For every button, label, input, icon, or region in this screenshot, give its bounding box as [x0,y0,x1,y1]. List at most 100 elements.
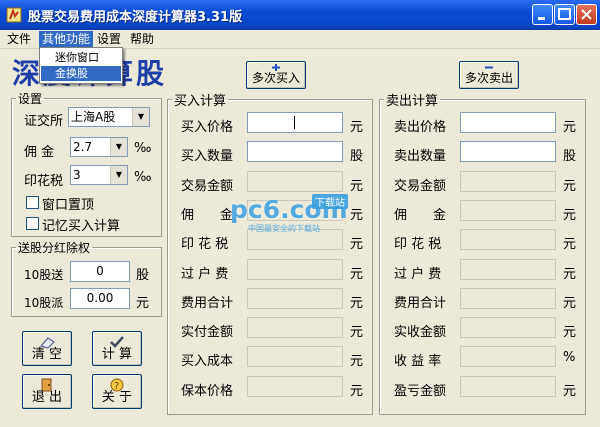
maximize-button[interactable] [554,4,575,25]
sell-row-input[interactable] [460,112,556,133]
buy-row-label: 买入价格 [181,120,234,135]
sell-row-unit: 股 [563,149,577,164]
bonus-shares-label: 10股送 [24,268,64,282]
buy-row-unit: 元 [350,208,364,223]
topmost-checkbox[interactable] [26,196,39,209]
buy-row-unit: 元 [350,237,364,252]
menu-help[interactable]: 帮助 [127,31,157,47]
maximize-icon [558,8,571,20]
calculate-button[interactable]: 计 算 [92,331,142,366]
sell-row-input[interactable] [460,141,556,162]
stamp-tax-select[interactable]: 3 ▼ [70,165,128,185]
buy-row-input[interactable] [247,112,343,133]
menu-item-skin[interactable]: 金换股 [41,66,121,81]
sell-row-input[interactable] [460,288,556,309]
exchange-value: 上海A股 [71,110,116,124]
buy-row-input[interactable] [247,317,343,338]
dividend-legend: 送股分红除权 [18,241,91,255]
bonus-shares-input[interactable]: 0 [70,261,130,282]
about-button[interactable]: ? 关 于 [92,374,142,409]
other-functions-dropdown: 迷你窗口 金换股 [39,47,123,84]
buy-row-input[interactable] [247,346,343,367]
buy-row-unit: 元 [350,384,364,399]
cash-dividend-label: 10股派 [24,296,64,310]
menu-item-mini-window[interactable]: 迷你窗口 [41,50,121,65]
multi-buy-button[interactable]: 多次买入 [246,61,306,89]
multi-sell-button[interactable]: 多次卖出 [459,61,519,89]
buy-row-input[interactable] [247,259,343,280]
remember-buy-checkbox[interactable] [26,217,39,230]
buy-row-label: 印 花 税 [181,237,229,252]
sell-row-unit: 元 [563,237,577,252]
chevron-down-icon[interactable]: ▼ [132,108,149,126]
buy-row-input[interactable] [247,171,343,192]
sell-row-unit: 元 [563,296,577,311]
buy-row-label: 过 户 费 [181,267,229,282]
commission-unit: ‰ [134,141,152,156]
buy-row-label: 佣 金 [181,208,234,223]
exchange-select[interactable]: 上海A股 ▼ [68,107,150,127]
minimize-button[interactable] [532,4,553,25]
stamp-tax-value: 3 [73,168,81,182]
sell-row-label: 实收金额 [394,325,447,340]
window-title: 股票交易费用成本深度计算器3.31版 [28,10,243,25]
buy-row-label: 实付金额 [181,325,234,340]
buy-row-label: 买入成本 [181,354,234,369]
remember-buy-label: 记忆买入计算 [42,219,121,234]
sell-row-unit: 元 [563,120,577,135]
sell-row-unit: 元 [563,179,577,194]
sell-row-unit: 元 [563,208,577,223]
sell-row-label: 收 益 率 [394,354,442,369]
about-button-label: 关 于 [101,390,133,405]
buy-row-unit: 元 [350,296,364,311]
sell-row-label: 卖出数量 [394,149,447,164]
sell-row-input[interactable] [460,259,556,280]
sell-row-label: 盈亏金额 [394,384,447,399]
buy-row-input[interactable] [247,288,343,309]
buy-row-unit: 股 [350,149,364,164]
sell-row-label: 过 户 费 [394,267,442,282]
buy-row-label: 费用合计 [181,296,234,311]
minimize-icon [538,17,545,20]
multi-buy-label: 多次买入 [251,71,300,85]
buy-legend: 买入计算 [174,94,227,109]
buy-row-unit: 元 [350,325,364,340]
stamp-tax-label: 印花税 [24,174,64,189]
sell-row-input[interactable] [460,200,556,221]
topmost-label: 窗口置顶 [42,198,95,213]
clear-button-label: 清 空 [31,347,63,362]
title-bar[interactable]: 股票交易费用成本深度计算器3.31版 [0,0,600,30]
exchange-label: 证交所 [24,114,64,129]
buy-row-input[interactable] [247,141,343,162]
sell-row-input[interactable] [460,317,556,338]
exit-button[interactable]: 退 出 [22,374,72,409]
sell-row-input[interactable] [460,171,556,192]
commission-select[interactable]: 2.7 ▼ [70,137,128,157]
buy-row-unit: 元 [350,179,364,194]
buy-row-label: 保本价格 [181,384,234,399]
sell-row-unit: 元 [563,267,577,282]
settings-legend: 设置 [18,92,43,106]
sell-row-label: 佣 金 [394,208,447,223]
menu-file[interactable]: 文件 [4,31,34,47]
sell-legend: 卖出计算 [386,94,439,109]
chevron-down-icon[interactable]: ▼ [110,138,127,156]
sell-row-input[interactable] [460,229,556,250]
sell-row-unit: 元 [563,384,577,399]
close-button[interactable] [576,4,597,25]
menu-settings[interactable]: 设置 [94,31,124,47]
buy-row-input[interactable] [247,376,343,397]
sell-row-input[interactable] [460,346,556,367]
sell-row-label: 交易金额 [394,179,447,194]
clear-button[interactable]: 清 空 [22,331,72,366]
sell-row-label: 印 花 税 [394,237,442,252]
buy-row-unit: 元 [350,354,364,369]
sell-row-input[interactable] [460,376,556,397]
watermark-badge: 下载站 [312,194,348,209]
menu-other-functions[interactable]: 其他功能 [39,31,94,47]
sell-row-label: 卖出价格 [394,120,447,135]
cash-dividend-input[interactable]: 0.00 [70,288,130,309]
chevron-down-icon[interactable]: ▼ [110,166,127,184]
sell-row-unit: % [563,350,576,365]
close-icon [581,9,592,20]
